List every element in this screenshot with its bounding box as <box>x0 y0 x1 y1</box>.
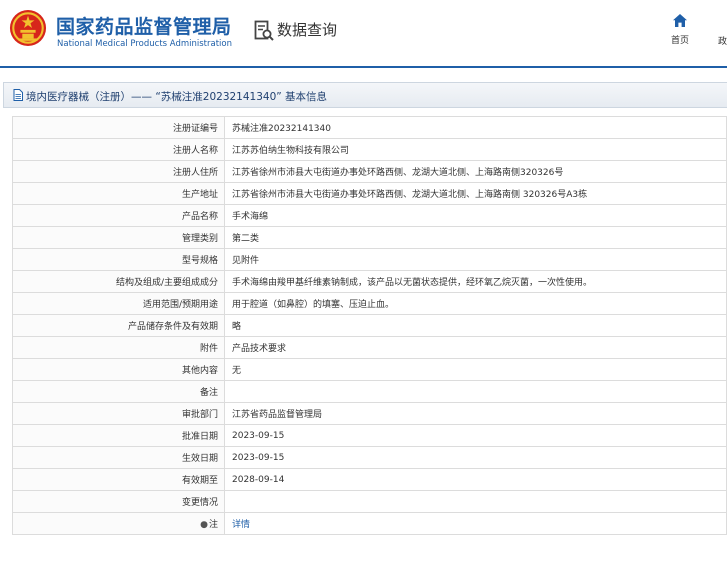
row-value: 产品技术要求 <box>224 336 727 359</box>
row-label: 有效期至 <box>12 468 225 491</box>
nav-home[interactable]: 首页 <box>664 14 696 54</box>
row-label: 注册人住所 <box>12 160 225 183</box>
document-search-icon <box>254 20 274 41</box>
table-row: 备注 <box>12 380 727 403</box>
row-label: 管理类别 <box>12 226 225 249</box>
row-value <box>224 490 727 513</box>
table-row: 附件 产品技术要求 <box>12 336 727 359</box>
org-name-cn[interactable]: 国家药品监督管理局 <box>56 12 232 39</box>
detail-title: 境内医疗器械（注册）—— “苏械注准20232141340” 基本信息 <box>26 91 328 103</box>
row-label: 注册证编号 <box>12 116 225 139</box>
detail-title-bar: 境内医疗器械（注册）—— “苏械注准20232141340” 基本信息 <box>3 82 727 108</box>
detail-table: 注册证编号 苏械注准20232141340 注册人名称 江苏苏伯纳生物科技有限公司 … <box>12 116 727 535</box>
row-label: 生效日期 <box>12 446 225 469</box>
org-name-en[interactable]: National Medical Products Administration <box>57 39 232 49</box>
row-value: 江苏省药品监督管理局 <box>224 402 727 425</box>
table-row: 生产地址 江苏省徐州市沛县大屯街道办事处环路西侧、龙湖大道北侧、上海路南侧 320… <box>12 182 727 205</box>
row-label: 结构及组成/主要组成成分 <box>12 270 225 293</box>
table-row: 批准日期 2023-09-15 <box>12 424 727 447</box>
note-label-cell: ●注 <box>12 512 225 535</box>
row-label: 适用范围/预期用途 <box>12 292 225 315</box>
row-value: 手术海绵 <box>224 204 727 227</box>
row-value <box>224 380 727 403</box>
note-label: 注 <box>208 520 218 530</box>
row-value: 2023-09-15 <box>224 446 727 469</box>
row-value: 用于腔道（如鼻腔）的填塞、压迫止血。 <box>224 292 727 315</box>
table-row: 型号规格 见附件 <box>12 248 727 271</box>
document-icon <box>13 89 23 101</box>
row-label: 注册人名称 <box>12 138 225 161</box>
row-value: 略 <box>224 314 727 337</box>
row-label: 生产地址 <box>12 182 225 205</box>
table-row: 有效期至 2028-09-14 <box>12 468 727 491</box>
pin-icon: ● <box>200 520 208 530</box>
section-title: 数据查询 <box>277 21 338 39</box>
table-row: 产品储存条件及有效期略 <box>12 314 727 337</box>
row-label: 审批部门 <box>12 402 225 425</box>
row-value: 无 <box>224 358 727 381</box>
row-label: 产品储存条件及有效期 <box>12 314 225 337</box>
row-label: 备注 <box>12 380 225 403</box>
table-row: 变更情况 <box>12 490 727 513</box>
table-row: 审批部门 江苏省药品监督管理局 <box>12 402 727 425</box>
note-value-cell: 详情 <box>224 512 727 535</box>
row-value: 江苏苏伯纳生物科技有限公司 <box>224 138 727 161</box>
row-label: 变更情况 <box>12 490 225 513</box>
row-value: 见附件 <box>224 248 727 271</box>
row-label: 产品名称 <box>12 204 225 227</box>
table-row: 其他内容无 <box>12 358 727 381</box>
row-label: 批准日期 <box>12 424 225 447</box>
row-label: 型号规格 <box>12 248 225 271</box>
table-row: 适用范围/预期用途 用于腔道（如鼻腔）的填塞、压迫止血。 <box>12 292 727 315</box>
row-value: 苏械注准20232141340 <box>224 116 727 139</box>
table-row: 管理类别 第二类 <box>12 226 727 249</box>
table-row: 注册人名称 江苏苏伯纳生物科技有限公司 <box>12 138 727 161</box>
row-label: 附件 <box>12 336 225 359</box>
note-row: ●注 详情 <box>12 512 727 535</box>
nav-item-partial[interactable]: 政 <box>718 34 727 47</box>
row-value: 手术海绵由羧甲基纤维素钠制成，该产品以无菌状态提供，经环氧乙烷灭菌，一次性使用。 <box>224 270 727 293</box>
table-row: 结构及组成/主要组成成分 手术海绵由羧甲基纤维素钠制成，该产品以无菌状态提供，经环… <box>12 270 727 293</box>
home-icon <box>673 14 687 27</box>
row-value: 第二类 <box>224 226 727 249</box>
table-row: 注册人住所 江苏省徐州市沛县大屯街道办事处环路西侧、龙湖大道北侧、上海路南侧320… <box>12 160 727 183</box>
header-divider <box>0 66 727 68</box>
site-header: 国家药品监督管理局 National Medical Products Admi… <box>0 0 727 66</box>
row-value: 2028-09-14 <box>224 468 727 491</box>
row-value: 江苏省徐州市沛县大屯街道办事处环路西侧、龙湖大道北侧、上海路南侧 320326号… <box>224 182 727 205</box>
table-row: 注册证编号 苏械注准20232141340 <box>12 116 727 139</box>
nav-home-label: 首页 <box>670 36 689 46</box>
national-emblem-icon[interactable] <box>9 9 47 47</box>
table-row: 产品名称 手术海绵 <box>12 204 727 227</box>
table-row: 生效日期 2023-09-15 <box>12 446 727 469</box>
row-value: 江苏省徐州市沛县大屯街道办事处环路西侧、龙湖大道北侧、上海路南侧320326号 <box>224 160 727 183</box>
row-value: 2023-09-15 <box>224 424 727 447</box>
details-link[interactable]: 详情 <box>232 520 250 530</box>
row-label: 其他内容 <box>12 358 225 381</box>
detail-table-body: 注册证编号 苏械注准20232141340 注册人名称 江苏苏伯纳生物科技有限公司 … <box>12 116 727 535</box>
